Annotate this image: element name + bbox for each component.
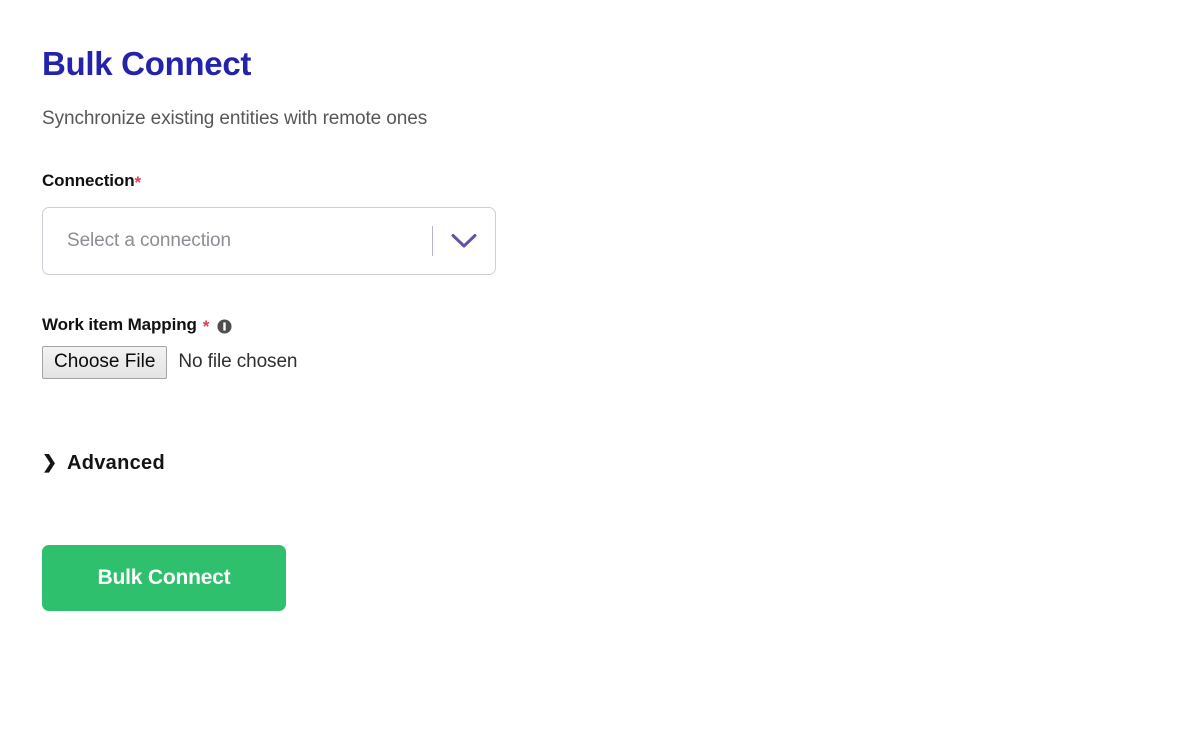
choose-file-button[interactable]: Choose File: [42, 346, 168, 379]
advanced-section-toggle[interactable]: ❯ Advanced: [42, 452, 165, 475]
work-item-mapping-label: Work item Mapping *: [42, 315, 1160, 335]
chevron-down-icon[interactable]: [433, 233, 495, 249]
connection-required-asterisk: *: [134, 172, 142, 192]
chevron-right-icon: ❯: [42, 452, 58, 473]
file-status-text: No file chosen: [178, 351, 298, 373]
connection-label: Connection *: [42, 171, 1160, 191]
work-item-mapping-label-text: Work item Mapping: [42, 315, 197, 335]
submit-row: Bulk Connect: [42, 544, 1160, 611]
bulk-connect-page: Bulk Connect Synchronize existing entiti…: [0, 0, 1200, 740]
work-item-mapping-file-input[interactable]: Choose File No file chosen: [42, 346, 1160, 379]
info-icon[interactable]: [217, 319, 232, 334]
bulk-connect-button[interactable]: Bulk Connect: [42, 544, 286, 611]
page-subtitle: Synchronize existing entities with remot…: [42, 108, 428, 130]
page-title: Bulk Connect: [42, 45, 252, 82]
connection-select[interactable]: Select a connection: [42, 207, 496, 276]
connection-label-text: Connection: [42, 171, 135, 191]
connection-field: Connection * Select a connection: [42, 171, 1160, 276]
work-item-mapping-field: Work item Mapping * Choose File No file …: [42, 315, 1160, 379]
work-item-mapping-required-asterisk: *: [202, 316, 210, 336]
connection-select-value: Select a connection: [67, 230, 231, 252]
advanced-section-label: Advanced: [67, 451, 165, 474]
